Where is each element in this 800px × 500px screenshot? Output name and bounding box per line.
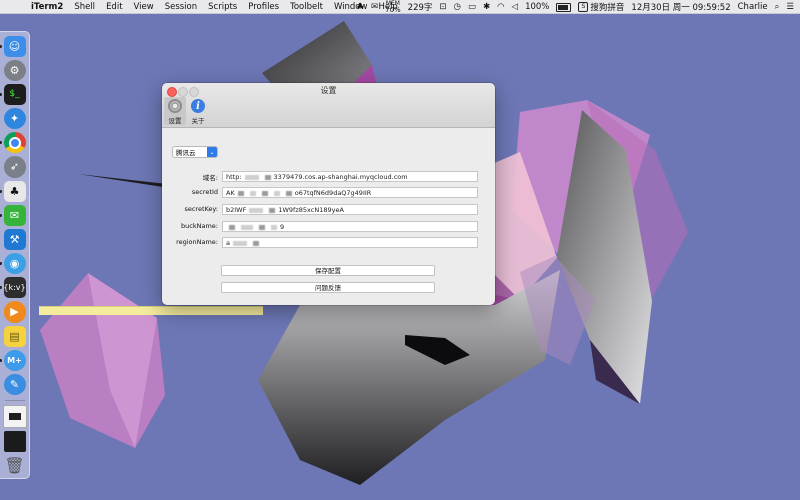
- dock-infuse-icon[interactable]: ▶: [3, 301, 26, 323]
- domain-label: 域名:: [202, 174, 218, 182]
- history-icon[interactable]: ◷: [454, 2, 461, 12]
- secret-key-input[interactable]: b2IWF 1W9fz85xcN189yeA: [222, 204, 478, 215]
- battery-icon: [556, 2, 572, 12]
- control-menu-icon[interactable]: ☰: [786, 2, 794, 12]
- provider-select-value: 腾讯云: [176, 149, 196, 157]
- dock-rocket-icon[interactable]: ➶: [3, 156, 26, 178]
- dock-qq-icon[interactable]: ♣: [0, 180, 26, 202]
- display-icon[interactable]: ▭: [468, 2, 476, 12]
- field-row-secret-key: secretKey: b2IWF 1W9fz85xcN189yeA: [162, 204, 495, 216]
- dock-terminal-thumbnail[interactable]: [3, 431, 26, 453]
- field-row-bucket-name: buckName: 9: [162, 221, 495, 233]
- bluetooth-icon[interactable]: ✱: [483, 2, 490, 12]
- field-row-domain: 域名: http: 3379479.cos.ap-shanghai.myqclou…: [162, 171, 495, 183]
- bucket-name-input[interactable]: 9: [222, 221, 478, 232]
- dock-stickies-icon[interactable]: ▤: [3, 325, 26, 347]
- menu-view[interactable]: View: [134, 2, 154, 12]
- status-area: ♣ ✉ MEM 70% 229字 ⊡ ◷ ▭ ✱ ◠ ◁ 100% S 搜狗拼音…: [349, 0, 794, 14]
- provider-select[interactable]: 腾讯云 ⌄: [172, 146, 218, 158]
- menu-scripts[interactable]: Scripts: [208, 2, 237, 12]
- dock-pencil-icon[interactable]: ✎: [3, 373, 26, 396]
- menu-edit[interactable]: Edit: [106, 2, 122, 12]
- dock-system-preferences-icon[interactable]: ⚙: [3, 59, 26, 81]
- chevron-down-icon: ⌄: [207, 147, 217, 157]
- memory-indicator[interactable]: MEM 70%: [385, 1, 401, 14]
- search-icon[interactable]: ⌕: [775, 2, 780, 12]
- qq-status-icon[interactable]: ♣: [356, 2, 364, 12]
- dock-safari-icon[interactable]: ✦: [3, 108, 26, 130]
- domain-value-start: http:: [226, 173, 242, 181]
- secret-id-value-end: o67tqfN6d9daQ7g49IIR: [294, 189, 372, 197]
- secret-id-label: secretId: [191, 188, 218, 196]
- region-name-label: regionName:: [176, 238, 218, 246]
- secret-id-value-start: AK: [226, 189, 235, 197]
- menu-bar: iTerm2 Shell Edit View Session Scripts P…: [0, 0, 800, 14]
- wechat-status-icon[interactable]: ✉: [371, 2, 378, 12]
- user-name[interactable]: Charlie: [738, 2, 768, 12]
- info-icon: i: [191, 99, 205, 113]
- menu-session[interactable]: Session: [165, 2, 197, 12]
- dock-json-editor-icon[interactable]: {k:v}: [0, 277, 26, 299]
- menu-shell[interactable]: Shell: [74, 2, 95, 12]
- battery-percent[interactable]: 100%: [525, 2, 549, 12]
- dock-browser-icon[interactable]: ◉: [0, 253, 26, 275]
- dock-finder-icon[interactable]: ☺: [0, 35, 26, 57]
- toolbar-settings-label: 设置: [168, 117, 182, 125]
- toolbar-about-label: 关于: [191, 117, 205, 125]
- dock-trash-icon[interactable]: 🗑: [4, 455, 26, 476]
- window-titlebar[interactable]: 设置 设置 i 关于: [162, 83, 495, 128]
- bucket-name-value-end: 9: [280, 223, 285, 231]
- screenshot-icon[interactable]: ⊡: [439, 2, 446, 12]
- feedback-button[interactable]: 问题反馈: [221, 282, 435, 293]
- dock-markdown-icon[interactable]: M+: [0, 349, 26, 371]
- dock: ☺ ⚙ $_ ✦ ➶ ♣ ✉ ⚒ ◉ {k:v} ▶ ▤ M+ ✎ 🗑: [0, 31, 30, 479]
- dock-window-thumbnail[interactable]: [2, 405, 27, 429]
- wifi-icon[interactable]: ◠: [497, 2, 504, 12]
- region-name-input[interactable]: a: [222, 237, 478, 248]
- gear-icon: [168, 99, 182, 113]
- toolbar-about-tab[interactable]: i 关于: [187, 97, 209, 125]
- memory-value: 70%: [385, 6, 401, 14]
- menu-app-name[interactable]: iTerm2: [31, 2, 63, 12]
- toolbar-settings-tab[interactable]: 设置: [164, 97, 186, 125]
- secret-key-label: secretKey:: [184, 205, 218, 213]
- field-row-region-name: regionName: a: [162, 237, 495, 249]
- dock-chrome-icon[interactable]: [0, 132, 26, 154]
- save-config-button[interactable]: 保存配置: [221, 265, 435, 276]
- input-method-label[interactable]: 搜狗拼音: [590, 1, 624, 13]
- dock-iterm-icon[interactable]: $_: [0, 83, 26, 106]
- secret-key-value-start: b2IWF: [226, 206, 247, 214]
- settings-window: 设置 设置 i 关于 腾讯云 ⌄ 域名: http: 3379479.cos.ap…: [162, 83, 495, 305]
- domain-input[interactable]: http: 3379479.cos.ap-shanghai.myqcloud.co…: [222, 171, 478, 182]
- secret-id-input[interactable]: AK o67tqfN6d9daQ7g49IIR: [222, 187, 478, 198]
- bucket-name-label: buckName:: [181, 222, 218, 230]
- input-method-icon[interactable]: S: [578, 2, 589, 12]
- window-title: 设置: [320, 86, 337, 95]
- char-count[interactable]: 229字: [408, 1, 433, 13]
- dock-wechat-icon[interactable]: ✉: [0, 204, 26, 226]
- volume-icon[interactable]: ◁: [512, 2, 519, 12]
- menu-profiles[interactable]: Profiles: [248, 2, 279, 12]
- clock[interactable]: 12月30日 周一 09:59:52: [631, 1, 730, 13]
- domain-value-end: 3379479.cos.ap-shanghai.myqcloud.com: [273, 173, 408, 181]
- dock-separator: [4, 399, 25, 401]
- dock-xcode-icon[interactable]: ⚒: [3, 228, 26, 251]
- field-row-secret-id: secretId AK o67tqfN6d9daQ7g49IIR: [162, 187, 495, 199]
- menu-toolbelt[interactable]: Toolbelt: [290, 2, 323, 12]
- region-name-value-start: a: [226, 239, 230, 247]
- secret-key-value-end: 1W9fz85xcN189yeA: [278, 206, 344, 214]
- sticky-note[interactable]: [39, 306, 263, 315]
